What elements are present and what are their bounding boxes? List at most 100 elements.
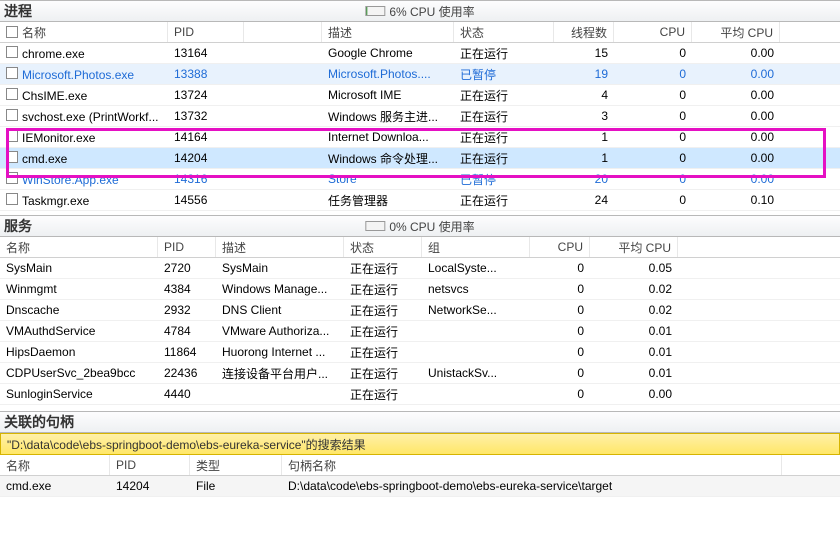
cell-cpu: 0 (614, 193, 692, 207)
process-row[interactable]: WinStore.App.exe14316Store已暂停2000.00 (0, 169, 840, 190)
checkbox-icon[interactable] (6, 46, 18, 58)
cell-name: Taskmgr.exe (0, 193, 168, 208)
col-desc[interactable]: 描述 (216, 237, 344, 257)
service-row[interactable]: CDPUserSvc_2bea9bcc22436连接设备平台用户...正在运行U… (0, 363, 840, 384)
checkbox-icon[interactable] (6, 193, 18, 205)
col-name[interactable]: 名称 (0, 237, 158, 257)
cell-desc: SysMain (216, 261, 344, 275)
cell-avgcpu: 0.01 (590, 366, 678, 380)
cell-group: LocalSyste... (422, 261, 530, 275)
cell-desc: Microsoft IME (322, 88, 454, 102)
cell-pid: 11864 (158, 345, 216, 359)
cell-pid: 13732 (168, 109, 244, 123)
cell-threads: 1 (554, 130, 614, 144)
service-row[interactable]: Winmgmt4384Windows Manage...正在运行netsvcs0… (0, 279, 840, 300)
service-row[interactable]: VMAuthdService4784VMware Authoriza...正在运… (0, 321, 840, 342)
col-avgcpu[interactable]: 平均 CPU (692, 22, 780, 42)
cell-pid: 2720 (158, 261, 216, 275)
cell-name: IEMonitor.exe (0, 130, 168, 145)
col-group[interactable]: 组 (422, 237, 530, 257)
services-columns[interactable]: 名称 PID 描述 状态 组 CPU 平均 CPU (0, 237, 840, 258)
process-row[interactable]: Taskmgr.exe14556任务管理器正在运行2400.10 (0, 190, 840, 211)
cpu-usage-label: 6% CPU 使用率 (389, 3, 474, 20)
process-row[interactable]: Microsoft.Photos.exe13388Microsoft.Photo… (0, 64, 840, 85)
cell-type: File (190, 479, 282, 493)
processes-title: 进程 (4, 1, 32, 21)
service-row[interactable]: Dnscache2932DNS Client正在运行NetworkSe...00… (0, 300, 840, 321)
cell-name: Microsoft.Photos.exe (0, 67, 168, 82)
cell-name: SunloginService (0, 387, 158, 401)
cell-cpu: 0 (530, 387, 590, 401)
cell-cpu: 0 (530, 324, 590, 338)
cell-status: 正在运行 (454, 108, 554, 125)
col-type[interactable]: 类型 (190, 455, 282, 475)
process-row[interactable]: chrome.exe13164Google Chrome正在运行1500.00 (0, 43, 840, 64)
handles-body: cmd.exe14204FileD:\data\code\ebs-springb… (0, 476, 840, 497)
cell-threads: 24 (554, 193, 614, 207)
cell-name: cmd.exe (0, 151, 168, 166)
cell-cpu: 0 (614, 67, 692, 81)
services-header[interactable]: 服务 0% CPU 使用率 (0, 215, 840, 237)
cell-threads: 4 (554, 88, 614, 102)
services-cpu-usage: 0% CPU 使用率 (365, 218, 474, 235)
cell-cpu: 0 (530, 261, 590, 275)
cell-pid: 14556 (168, 193, 244, 207)
cell-status: 正在运行 (344, 281, 422, 298)
cell-status: 正在运行 (344, 260, 422, 277)
checkbox-icon[interactable] (6, 67, 18, 79)
service-row[interactable]: SysMain2720SysMain正在运行LocalSyste...00.05 (0, 258, 840, 279)
checkbox-icon[interactable] (6, 26, 18, 38)
processes-header[interactable]: 进程 6% CPU 使用率 (0, 0, 840, 22)
col-threads[interactable]: 线程数 (554, 22, 614, 42)
process-row[interactable]: ChsIME.exe13724Microsoft IME正在运行400.00 (0, 85, 840, 106)
col-pid[interactable]: PID (168, 22, 244, 42)
cell-name: cmd.exe (0, 479, 110, 493)
col-cpu[interactable]: CPU (530, 237, 590, 257)
service-row[interactable]: SunloginService4440正在运行00.00 (0, 384, 840, 405)
cell-cpu: 0 (530, 345, 590, 359)
checkbox-icon[interactable] (6, 172, 18, 184)
handles-search-result-bar: "D:\data\code\ebs-springboot-demo\ebs-eu… (0, 433, 840, 455)
checkbox-icon[interactable] (6, 109, 18, 121)
cell-pid: 14204 (110, 479, 190, 493)
checkbox-icon[interactable] (6, 151, 18, 163)
checkbox-icon[interactable] (6, 130, 18, 142)
col-status[interactable]: 状态 (344, 237, 422, 257)
checkbox-icon[interactable] (6, 88, 18, 100)
handles-columns[interactable]: 名称 PID 类型 句柄名称 (0, 455, 840, 476)
cell-pid: 13164 (168, 46, 244, 60)
col-pid[interactable]: PID (110, 455, 190, 475)
col-pid[interactable]: PID (158, 237, 216, 257)
handles-header[interactable]: 关联的句柄 (0, 411, 840, 433)
service-row[interactable]: HipsDaemon11864Huorong Internet ...正在运行0… (0, 342, 840, 363)
col-desc[interactable]: 描述 (322, 22, 454, 42)
process-row[interactable]: svchost.exe (PrintWorkf...13732Windows 服… (0, 106, 840, 127)
process-row[interactable]: cmd.exe14204Windows 命令处理...正在运行100.00 (0, 148, 840, 169)
handle-row[interactable]: cmd.exe14204FileD:\data\code\ebs-springb… (0, 476, 840, 497)
col-status[interactable]: 状态 (454, 22, 554, 42)
cell-name: chrome.exe (0, 46, 168, 61)
cpu-usage-icon (365, 221, 385, 231)
col-name[interactable]: 名称 (0, 455, 110, 475)
cell-desc: Internet Downloa... (322, 130, 454, 144)
col-avgcpu[interactable]: 平均 CPU (590, 237, 678, 257)
processes-columns[interactable]: 名称 PID 描述 状态 线程数 CPU 平均 CPU (0, 22, 840, 43)
cell-avgcpu: 0.00 (692, 130, 780, 144)
cell-desc: Windows 服务主进... (322, 108, 454, 125)
cell-pid: 4440 (158, 387, 216, 401)
process-row[interactable]: IEMonitor.exe14164Internet Downloa...正在运… (0, 127, 840, 148)
cell-cpu: 0 (530, 303, 590, 317)
search-result-text: "D:\data\code\ebs-springboot-demo\ebs-eu… (7, 436, 366, 453)
services-body: SysMain2720SysMain正在运行LocalSyste...00.05… (0, 258, 840, 405)
col-name[interactable]: 名称 (0, 22, 168, 42)
cell-avgcpu: 0.00 (692, 109, 780, 123)
col-cpu[interactable]: CPU (614, 22, 692, 42)
cell-status: 正在运行 (344, 365, 422, 382)
cell-cpu: 0 (614, 151, 692, 165)
cell-cpu: 0 (614, 172, 692, 186)
cell-cpu: 0 (614, 109, 692, 123)
col-hname[interactable]: 句柄名称 (282, 455, 782, 475)
cell-pid: 13724 (168, 88, 244, 102)
cell-status: 已暂停 (454, 171, 554, 188)
cell-name: WinStore.App.exe (0, 172, 168, 187)
